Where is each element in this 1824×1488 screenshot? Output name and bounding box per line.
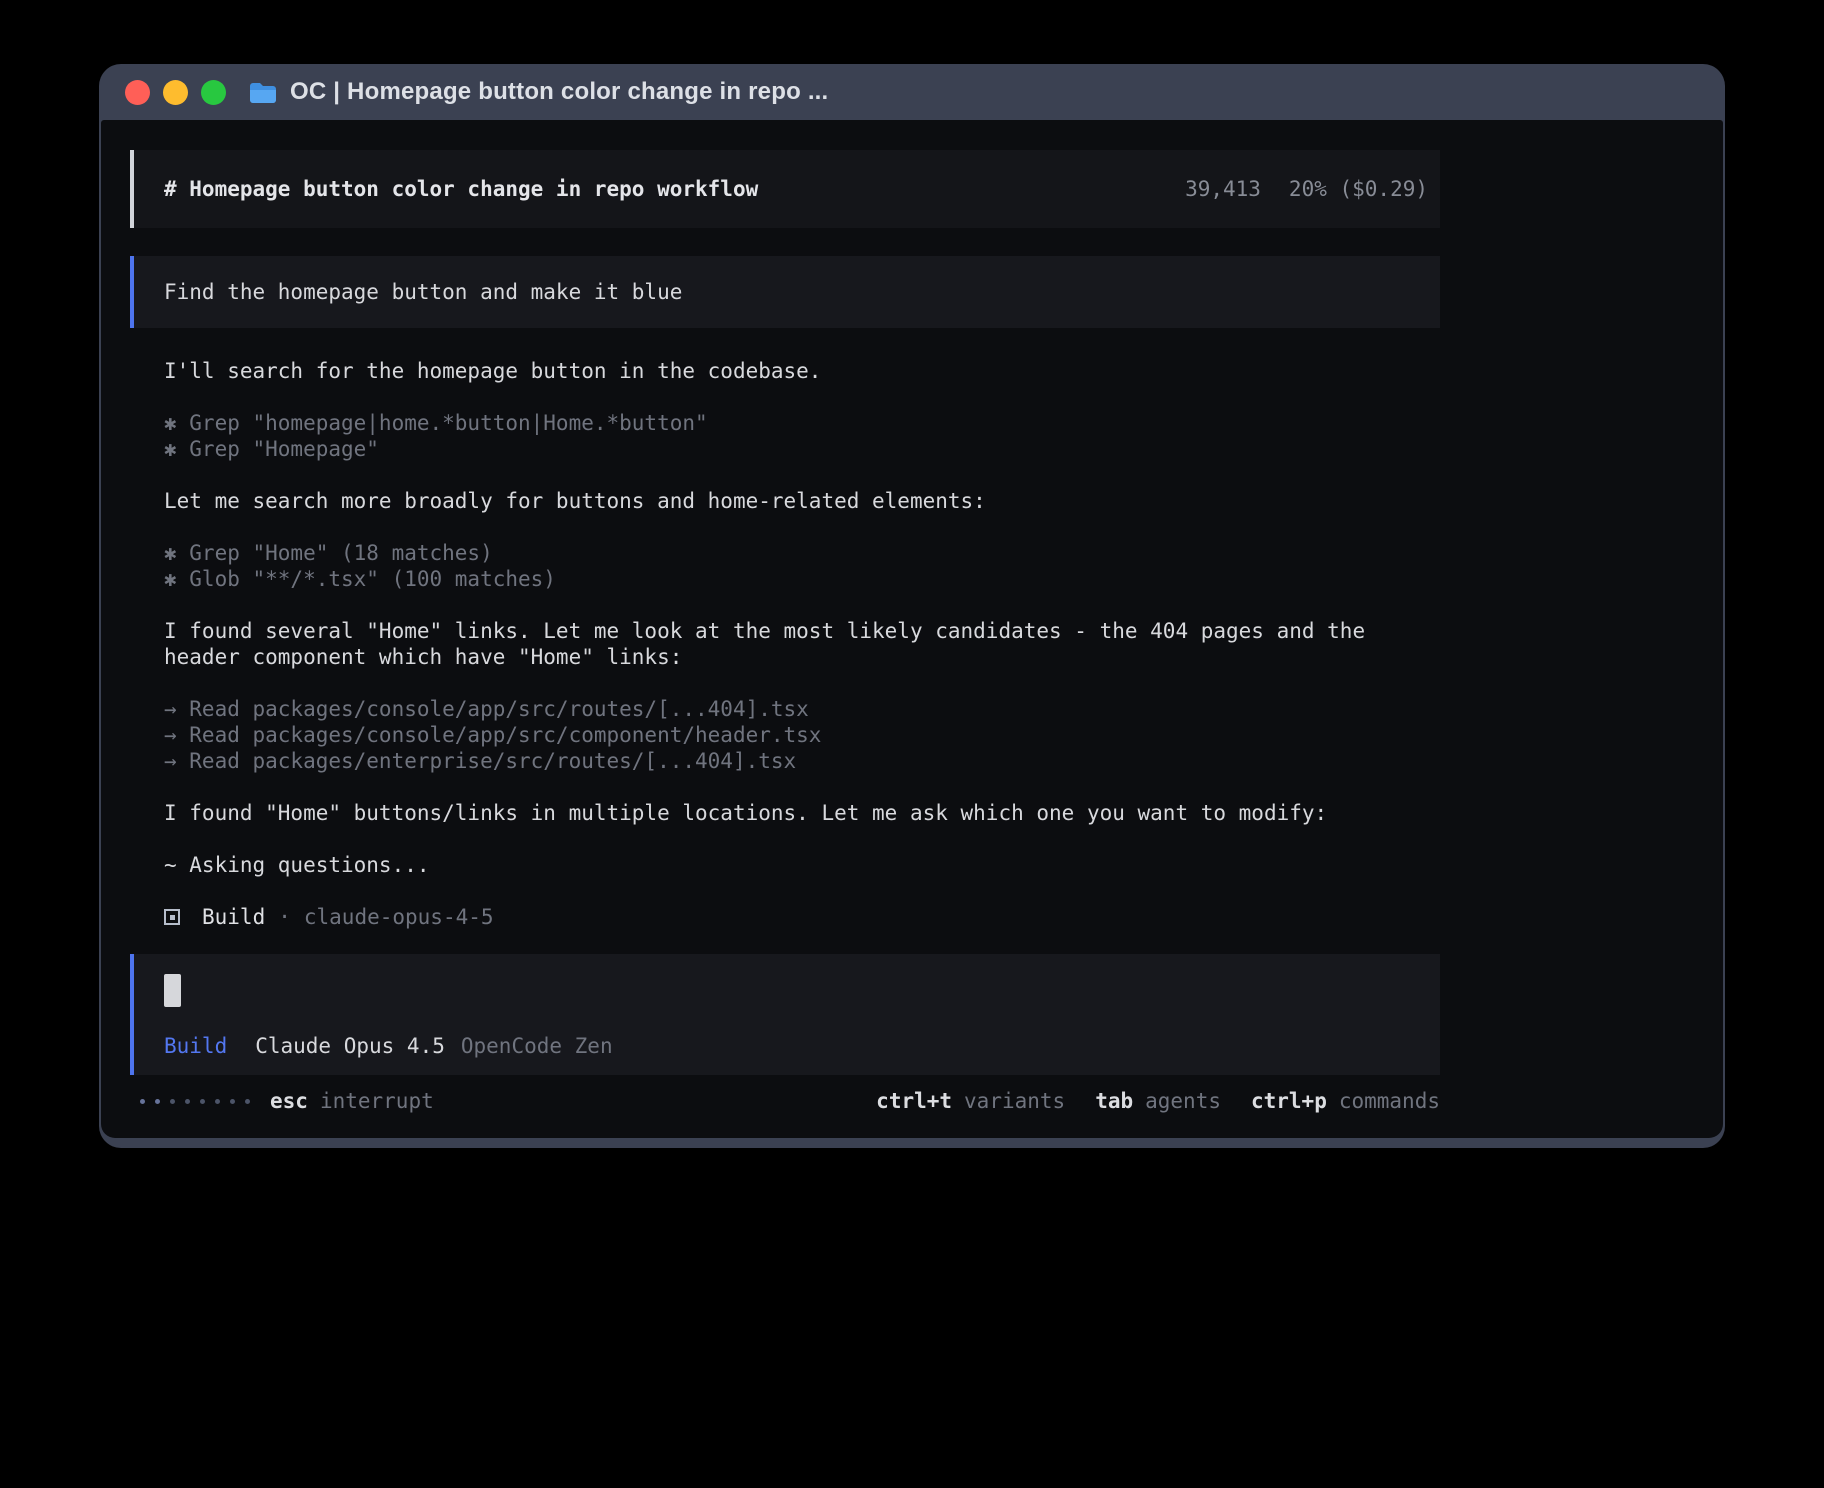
transcript: I'll search for the homepage button in t… bbox=[130, 358, 1440, 930]
terminal-content: # Homepage button color change in repo w… bbox=[101, 120, 1723, 1138]
spinner-dots bbox=[140, 1099, 250, 1104]
esc-key: esc bbox=[270, 1089, 308, 1113]
spacer bbox=[164, 384, 1440, 410]
context-usage: 20% ($0.29) bbox=[1289, 176, 1428, 202]
tool-call-grep: ✱ Grep "Home" (18 matches) bbox=[164, 540, 1440, 566]
session-title: # Homepage button color change in repo w… bbox=[164, 176, 758, 202]
assistant-text: header component which have "Home" links… bbox=[164, 644, 1440, 670]
esc-label: interrupt bbox=[320, 1089, 434, 1113]
agents-label: agents bbox=[1145, 1089, 1221, 1113]
separator-dot: · bbox=[278, 904, 291, 930]
tool-call-grep: ✱ Grep "homepage|home.*button|Home.*butt… bbox=[164, 410, 1440, 436]
status-footer: esc interrupt ctrl+t variants tab agents ct… bbox=[130, 1089, 1440, 1113]
commands-key: ctrl+p bbox=[1251, 1089, 1327, 1113]
hint-commands: ctrl+p commands bbox=[1251, 1089, 1440, 1113]
assistant-text: Let me search more broadly for buttons a… bbox=[164, 488, 1440, 514]
model-label: Claude Opus 4.5 bbox=[255, 1033, 445, 1059]
zoom-button[interactable] bbox=[201, 80, 226, 105]
folder-icon bbox=[249, 81, 277, 104]
assistant-status-text: ~ Asking questions... bbox=[164, 852, 1440, 878]
close-button[interactable] bbox=[125, 80, 150, 105]
assistant-text: I found "Home" buttons/links in multiple… bbox=[164, 800, 1440, 826]
build-agent-icon bbox=[164, 909, 180, 925]
spacer bbox=[164, 878, 1440, 904]
hint-interrupt: esc interrupt bbox=[270, 1089, 434, 1113]
tool-call-read: → Read packages/console/app/src/componen… bbox=[164, 722, 1440, 748]
tool-call-glob: ✱ Glob "**/*.tsx" (100 matches) bbox=[164, 566, 1440, 592]
mode-label: Build bbox=[164, 1033, 227, 1059]
prompt-input[interactable]: Build Claude Opus 4.5 OpenCode Zen bbox=[130, 954, 1440, 1075]
spacer bbox=[164, 592, 1440, 618]
commands-label: commands bbox=[1339, 1089, 1440, 1113]
variants-label: variants bbox=[964, 1089, 1065, 1113]
tool-call-grep: ✱ Grep "Homepage" bbox=[164, 436, 1440, 462]
variants-key: ctrl+t bbox=[876, 1089, 952, 1113]
user-message-text: Find the homepage button and make it blu… bbox=[164, 280, 682, 304]
tool-call-read: → Read packages/enterprise/src/routes/[.… bbox=[164, 748, 1440, 774]
text-cursor bbox=[164, 974, 181, 1007]
agents-key: tab bbox=[1095, 1089, 1133, 1113]
hint-variants: ctrl+t variants bbox=[876, 1089, 1065, 1113]
user-message-block: Find the homepage button and make it blu… bbox=[130, 256, 1440, 328]
minimize-button[interactable] bbox=[163, 80, 188, 105]
tool-call-read: → Read packages/console/app/src/routes/[… bbox=[164, 696, 1440, 722]
terminal-window: OC | Homepage button color change in rep… bbox=[99, 64, 1725, 1148]
token-count: 39,413 bbox=[1185, 176, 1261, 202]
session-header: # Homepage button color change in repo w… bbox=[130, 150, 1440, 228]
assistant-text: I'll search for the homepage button in t… bbox=[164, 358, 1440, 384]
spacer bbox=[164, 826, 1440, 852]
hint-agents: tab agents bbox=[1095, 1089, 1221, 1113]
spacer bbox=[164, 774, 1440, 800]
assistant-text: I found several "Home" links. Let me loo… bbox=[164, 618, 1440, 644]
agent-status-line: Build · claude-opus-4-5 bbox=[164, 904, 1440, 930]
spacer bbox=[164, 514, 1440, 540]
provider-label: OpenCode Zen bbox=[461, 1033, 613, 1059]
agent-name: Build bbox=[202, 904, 265, 930]
agent-model: claude-opus-4-5 bbox=[304, 904, 494, 930]
window-titlebar[interactable]: OC | Homepage button color change in rep… bbox=[101, 64, 1723, 120]
spacer bbox=[164, 670, 1440, 696]
spacer bbox=[164, 462, 1440, 488]
window-title: OC | Homepage button color change in rep… bbox=[290, 78, 828, 106]
